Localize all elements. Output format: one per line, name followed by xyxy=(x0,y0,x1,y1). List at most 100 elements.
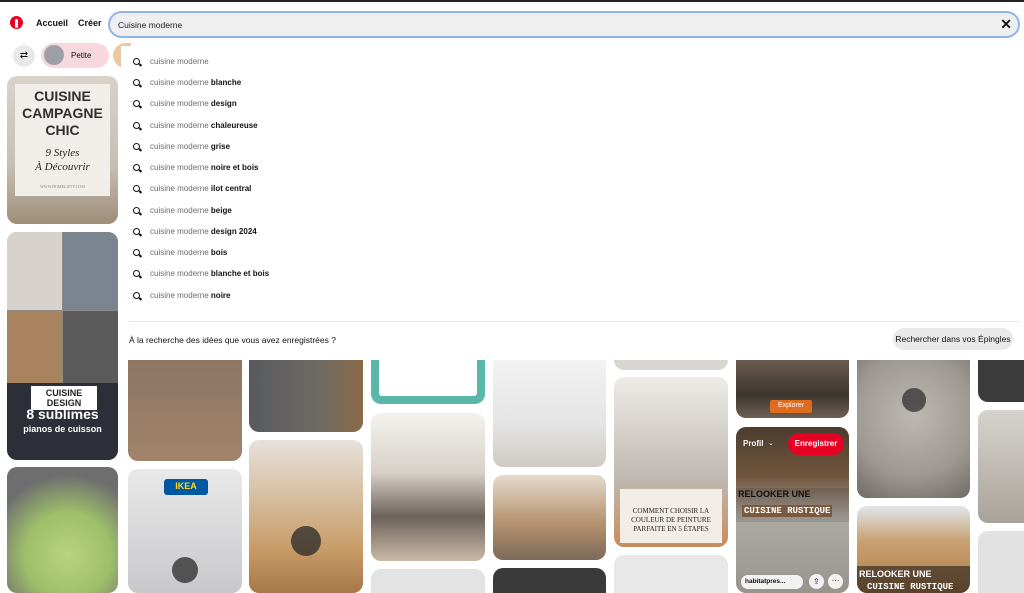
play-icon[interactable] xyxy=(902,388,926,412)
suggestion-bold: noire xyxy=(210,291,231,300)
pin-card[interactable] xyxy=(128,360,242,461)
search-icon xyxy=(133,143,140,150)
nav-home[interactable]: Accueil xyxy=(36,18,68,28)
search-icon xyxy=(133,270,140,277)
domain-link-label: habitatpres... xyxy=(745,578,786,585)
suggestion-base: cuisine moderne xyxy=(150,206,211,215)
pin-card[interactable] xyxy=(614,555,728,593)
pin-title-line: CUISINE RUSTIQUE xyxy=(867,582,954,592)
pin-title-line: CUISINE RUSTIQUE xyxy=(742,505,833,517)
suggestion-bold: ilot central xyxy=(210,184,252,193)
search-icon xyxy=(133,100,140,107)
search-your-pins-button[interactable]: Rechercher dans vos Épingles xyxy=(893,328,1013,350)
pin-card[interactable] xyxy=(371,413,485,561)
close-icon[interactable]: ✕ xyxy=(1000,16,1012,33)
pin-card[interactable]: RELOOKER UNE CUISINE RUSTIQUE xyxy=(857,506,970,593)
pin-subtitle: 9 Styles xyxy=(45,147,80,159)
pin-card[interactable] xyxy=(493,360,606,467)
pin-title-line: CUISINE xyxy=(34,88,91,104)
pin-card[interactable] xyxy=(978,531,1024,593)
pin-card[interactable] xyxy=(857,360,970,498)
suggestion-item[interactable]: cuisine moderne chaleureuse xyxy=(133,118,533,136)
pin-card[interactable] xyxy=(493,568,606,593)
suggestion-base: cuisine moderne xyxy=(150,227,211,236)
search-icon xyxy=(133,207,140,214)
suggestion-base: cuisine moderne xyxy=(150,57,209,66)
pin-title-line: COMMENT CHOISIR LA xyxy=(632,507,710,515)
pin-site: WWW.HOMELISTY.COM xyxy=(40,184,85,189)
suggestion-item[interactable]: cuisine moderne xyxy=(133,54,533,72)
suggestion-item[interactable]: cuisine moderne noire et bois xyxy=(133,160,533,178)
suggestion-base: cuisine moderne xyxy=(150,248,211,257)
more-icon[interactable]: ··· xyxy=(828,574,843,589)
pin-title-line: CHIC xyxy=(45,122,80,138)
search-icon xyxy=(133,122,140,129)
suggestion-item[interactable]: cuisine moderne design xyxy=(133,96,533,114)
pin-card[interactable] xyxy=(371,360,485,404)
search-value[interactable]: Cuisine moderne xyxy=(118,20,182,30)
pin-card[interactable] xyxy=(371,569,485,593)
search-input[interactable]: Cuisine moderne ✕ xyxy=(108,11,1020,38)
search-suggestions-dropdown: cuisine moderne cuisine moderne blanche … xyxy=(121,46,1024,360)
explore-label: Explorer xyxy=(777,402,805,409)
pin-image-tile xyxy=(63,232,118,310)
share-icon[interactable]: ⇪ xyxy=(809,574,824,589)
pin-card[interactable] xyxy=(978,360,1024,402)
suggestion-base: cuisine moderne xyxy=(150,184,211,193)
saved-ideas-prompt: À la recherche des idées que vous avez e… xyxy=(129,335,336,345)
save-button-label: Enregistrer xyxy=(794,439,838,448)
pin-card[interactable] xyxy=(249,360,363,432)
suggestion-base: cuisine moderne xyxy=(150,163,211,172)
suggestion-bold: grise xyxy=(210,142,231,151)
suggestion-item[interactable]: cuisine moderne blanche et bois xyxy=(133,266,533,284)
suggestion-bold: design 2024 xyxy=(210,227,257,236)
suggestion-bold: design xyxy=(210,99,237,108)
pin-card[interactable]: IKEA xyxy=(128,469,242,593)
pin-card[interactable] xyxy=(249,440,363,593)
pin-title-line: PARFAITE EN 5 ÉTAPES xyxy=(633,525,709,533)
pin-card[interactable]: COMMENT CHOISIR LA COULEUR DE PEINTURE P… xyxy=(614,377,728,547)
pin-card[interactable]: CUISINE DESIGN 8 sublimes pianos de cuis… xyxy=(7,232,118,460)
divider xyxy=(129,321,1019,322)
search-icon xyxy=(133,164,140,171)
pin-card[interactable]: Explorer xyxy=(736,360,849,418)
pin-card[interactable]: CUISINE CAMPAGNE CHIC 9 Styles À Découvr… xyxy=(7,76,118,224)
suggestion-item[interactable]: cuisine moderne grise xyxy=(133,139,533,157)
nav-create[interactable]: Créer xyxy=(78,18,102,28)
pin-subtitle: À Découvrir xyxy=(35,161,90,173)
search-icon xyxy=(133,292,140,299)
suggestion-item[interactable]: cuisine moderne noire xyxy=(133,288,533,306)
chip-thumbnail xyxy=(44,45,64,65)
chip-label: Petite xyxy=(71,51,92,60)
suggestion-item[interactable]: cuisine moderne blanche xyxy=(133,75,533,93)
suggestion-bold: bois xyxy=(210,248,228,257)
suggestion-item[interactable]: cuisine moderne beige xyxy=(133,203,533,221)
play-icon[interactable] xyxy=(291,526,321,556)
suggestion-item[interactable]: cuisine moderne bois xyxy=(133,245,533,263)
pin-card[interactable] xyxy=(7,467,118,593)
pin-card[interactable]: Profil ⌄ Enregistrer RELOOKER UNE CUISIN… xyxy=(736,427,849,593)
pin-subtitle: pianos de cuisson xyxy=(23,424,102,434)
play-icon[interactable] xyxy=(172,557,198,583)
pin-headline: 8 sublimes xyxy=(26,406,99,422)
pinterest-logo-icon[interactable] xyxy=(10,16,23,29)
pin-card[interactable] xyxy=(614,360,728,370)
profile-dropdown[interactable]: Profil xyxy=(743,439,763,448)
suggestion-base: cuisine moderne xyxy=(150,291,211,300)
chevron-down-icon[interactable]: ⌄ xyxy=(768,439,774,447)
filter-chip[interactable]: Petite xyxy=(41,43,109,68)
pin-text-panel xyxy=(379,360,477,396)
suggestion-base: cuisine moderne xyxy=(150,121,211,130)
filter-settings-icon[interactable]: ⇄ xyxy=(13,45,35,67)
suggestion-base: cuisine moderne xyxy=(150,142,211,151)
pin-title-line: COULEUR DE PEINTURE xyxy=(631,516,711,524)
suggestion-base: cuisine moderne xyxy=(150,99,211,108)
search-icon xyxy=(133,249,140,256)
pin-title-line: RELOOKER UNE xyxy=(738,489,811,499)
pin-card[interactable] xyxy=(493,475,606,560)
pin-card[interactable] xyxy=(978,410,1024,523)
suggestion-item[interactable]: cuisine moderne design 2024 xyxy=(133,224,533,242)
suggestion-bold: beige xyxy=(210,206,232,215)
suggestion-item[interactable]: cuisine moderne ilot central xyxy=(133,181,533,199)
suggestion-base: cuisine moderne xyxy=(150,78,211,87)
